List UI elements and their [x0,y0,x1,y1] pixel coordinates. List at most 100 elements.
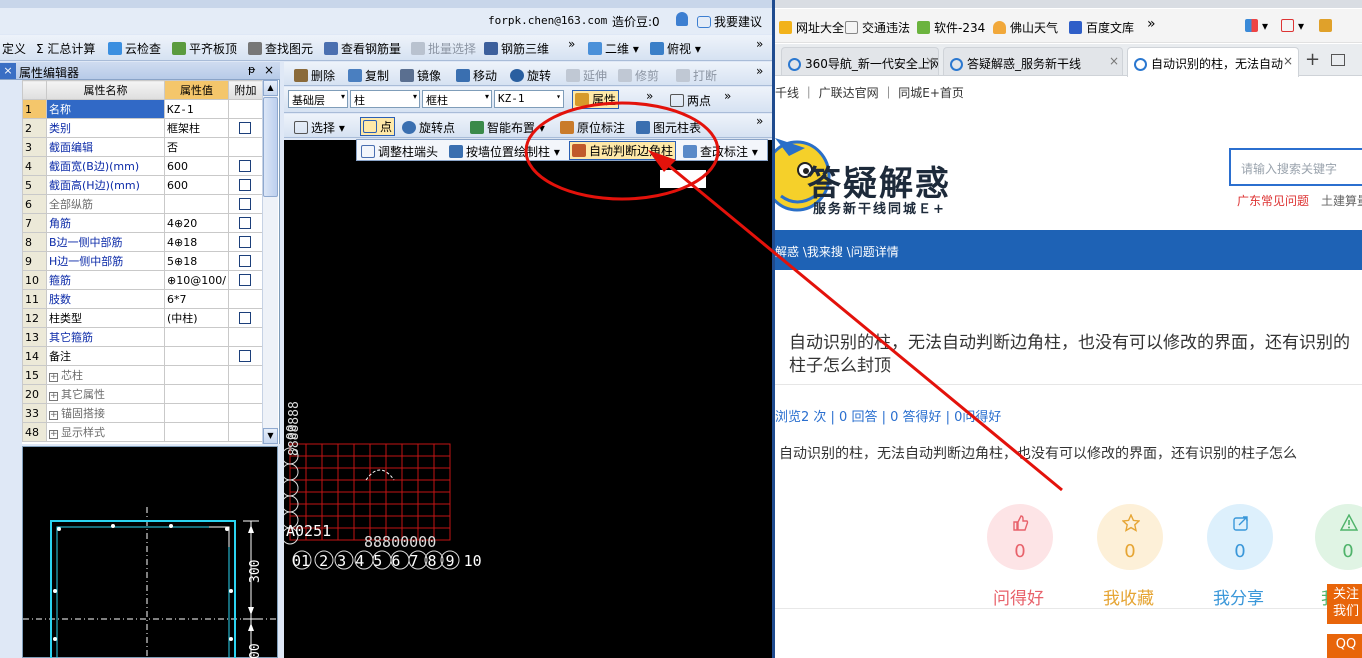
break-button[interactable]: 打断 [676,67,717,84]
property-row[interactable]: 15 + 芯柱 [22,365,263,385]
tab-close-icon[interactable]: × [1283,54,1293,68]
property-row[interactable]: 6 全部纵筋 [22,194,263,214]
property-value[interactable]: 否 [164,137,229,157]
action-warning[interactable]: 0 [1315,504,1362,570]
extra-checkbox[interactable] [239,121,251,134]
bookmark-software[interactable]: 软件-234 [917,19,985,36]
extra-checkbox[interactable] [239,273,251,286]
check-annotation-button[interactable]: 查改标注 ▾ [683,143,758,160]
layer-toolbar-overflow-2[interactable]: » [724,89,731,103]
tab-answers-site[interactable]: 答疑解惑_服务新干线 [943,47,1123,75]
tab-360-navigation[interactable]: 360导航_新一代安全上网 [781,47,939,75]
define-button[interactable]: 定义 [2,40,26,57]
property-row[interactable]: 13 其它箍筋 [22,327,263,347]
tab-active-question[interactable]: 自动识别的柱，无法自动 [1127,47,1299,77]
property-value[interactable] [164,422,229,442]
property-value[interactable]: ⊕10@100/ [164,270,229,290]
property-value[interactable]: KZ-1 [164,99,229,119]
extend-button[interactable]: 延伸 [566,67,607,84]
property-row[interactable]: 8 B边一侧中部筋 4⊕18 [22,232,263,252]
toolbar-overflow-2[interactable]: » [756,37,763,51]
search-input[interactable]: 请输入搜索关键字 [1229,148,1362,186]
property-row[interactable]: 3 截面编辑 否 [22,137,263,157]
layer-toolbar-overflow[interactable]: » [646,89,653,103]
property-row[interactable]: 5 截面高(H边)(mm) 600 [22,175,263,195]
action-star[interactable]: 0 [1097,504,1163,570]
property-value[interactable]: 600 [164,175,229,195]
adjust-column-end-button[interactable]: 调整柱端头 [361,143,438,160]
tools-icon[interactable] [1319,19,1336,33]
bookmark-overflow[interactable]: » [1147,16,1156,32]
site-sublinks[interactable]: 千线 ｜ 广联达官网 ｜ 同城E+首页 [775,84,964,101]
name-select[interactable]: KZ-1 ▾ [494,90,564,108]
action-thumbs-up[interactable]: 0 [987,504,1053,570]
toolbar-overflow[interactable]: » [568,37,575,51]
rotate-point-button[interactable]: 旋转点 [402,119,455,136]
action-label[interactable]: 我分享 [1213,584,1264,609]
property-value[interactable]: 5⊕18 [164,251,229,271]
wall-position-column-button[interactable]: 按墙位置绘制柱 ▾ [449,143,560,160]
account-name[interactable]: forpk.chen@163.com [488,14,607,27]
copy-button[interactable]: 复制 [348,67,389,84]
property-row[interactable]: 33 + 锚固搭接 [22,403,263,423]
suggest-button[interactable]: 我要建议 [697,13,762,30]
ad-icon[interactable]: ▾ [1281,19,1304,33]
property-row[interactable]: 1 名称 KZ-1 [22,99,263,119]
property-value[interactable]: 4⊕20 [164,213,229,233]
element-select[interactable]: 柱 ▾ [350,90,420,108]
bell-icon[interactable] [676,12,688,26]
tab-close-icon[interactable]: × [1109,54,1119,68]
2d-dropdown[interactable]: 二维 ▾ [588,40,639,57]
move-button[interactable]: 移动 [456,67,497,84]
expand-icon[interactable]: + [49,430,58,439]
property-value[interactable]: 框架柱 [164,118,229,138]
restore-icon[interactable] [1331,54,1345,66]
property-value[interactable]: (中柱) [164,308,229,328]
property-row[interactable]: 10 箍筋 ⊕10@100/ [22,270,263,290]
scroll-thumb[interactable] [263,97,278,197]
cloud-check-button[interactable]: 云检查 [108,40,161,57]
property-row[interactable]: 48 + 显示样式 [22,422,263,442]
property-value[interactable] [164,194,229,214]
property-row[interactable]: 20 + 其它属性 [22,384,263,404]
bookmark-site-directory[interactable]: 网址大全 [779,19,844,36]
new-tab-button[interactable]: + [1305,49,1320,70]
bookmark-weather[interactable]: 佛山天气 [993,19,1058,36]
scroll-up-icon[interactable]: ▲ [263,80,278,96]
property-row[interactable]: 12 柱类型 (中柱) [22,308,263,328]
sum-calc-button[interactable]: Σ 汇总计算 [36,40,95,57]
bookmark-traffic[interactable]: 交通违法 [845,19,910,36]
rotate-button[interactable]: 旋转 [510,67,551,84]
property-row[interactable]: 14 备注 [22,346,263,366]
property-value[interactable]: 4⊕18 [164,232,229,252]
expand-icon[interactable]: + [49,373,58,382]
extra-checkbox[interactable] [239,235,251,248]
panel-close-button[interactable]: × [264,63,274,77]
hotlink-guangdong-faq[interactable]: 广东常见问题 [1237,194,1309,208]
action-label[interactable]: 我收藏 [1103,584,1154,609]
property-row[interactable]: 9 H边一侧中部筋 5⊕18 [22,251,263,271]
property-row[interactable]: 2 类别 框架柱 [22,118,263,138]
extra-checkbox[interactable] [239,349,251,362]
edit-toolbar-overflow[interactable]: » [756,64,763,78]
draw-toolbar-overflow[interactable]: » [756,114,763,128]
extra-checkbox[interactable] [239,311,251,324]
hotlink-civil-quantity[interactable]: 土建算量 [1321,194,1362,208]
extra-checkbox[interactable] [239,197,251,210]
bookmark-baidu-wenku[interactable]: 百度文库 [1069,19,1134,36]
rebar-3d-button[interactable]: 钢筋三维 [484,40,549,57]
extra-checkbox[interactable] [239,254,251,267]
top-view-dropdown[interactable]: 俯视 ▾ [650,40,701,57]
layer-select[interactable]: 基础层 ▾ [288,90,348,108]
find-element-button[interactable]: 查找图元 [248,40,313,57]
close-icon[interactable]: × [0,63,16,79]
align-slab-top-button[interactable]: 平齐板顶 [172,40,237,57]
apps-icon[interactable]: ▾ [1245,19,1268,33]
property-row[interactable]: 4 截面宽(B边)(mm) 600 [22,156,263,176]
two-point-button[interactable]: 两点 [670,92,711,109]
breadcrumb[interactable]: 解惑 \我来搜 \问题详情 [775,230,1362,270]
expand-icon[interactable]: + [49,392,58,401]
qq-button[interactable]: QQ [1327,634,1362,658]
property-value[interactable]: 6*7 [164,289,229,309]
property-value[interactable] [164,346,229,366]
